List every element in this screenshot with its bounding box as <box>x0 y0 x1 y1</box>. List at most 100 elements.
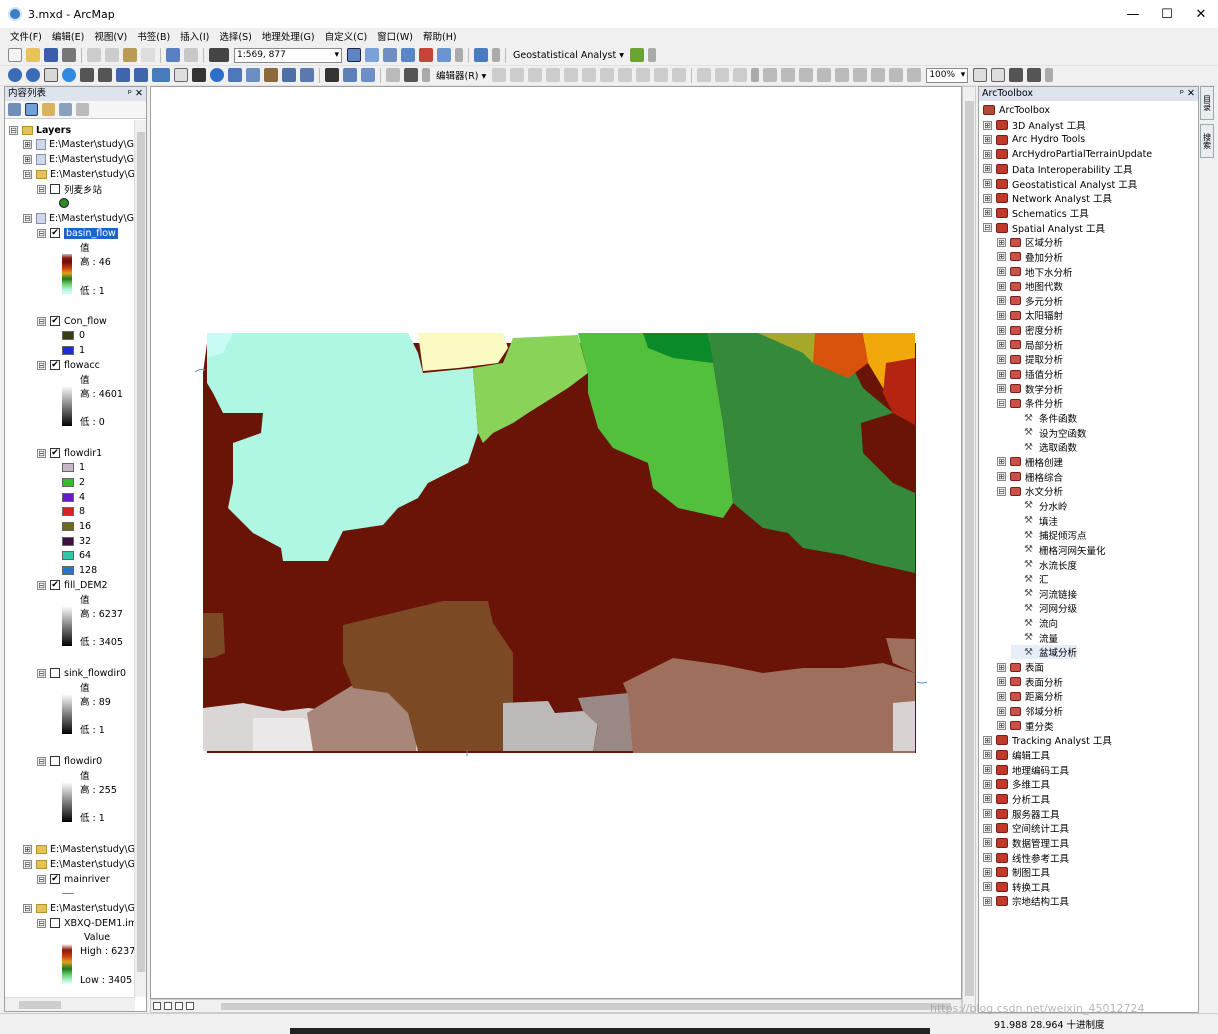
zoom-out-icon[interactable] <box>26 68 40 82</box>
toc-layer-basin-flow[interactable]: ⊟ ✔ basin_flow <box>37 226 118 240</box>
find-binoculars-icon[interactable] <box>325 68 339 82</box>
layer-name-selected[interactable]: basin_flow <box>64 227 118 239</box>
collapse-icon[interactable]: ⊟ <box>23 169 32 179</box>
expand-icon[interactable]: ⊞ <box>997 384 1006 394</box>
toc-horizontal-scrollbar[interactable] <box>5 997 135 1011</box>
menu-view[interactable]: 视图(V) <box>94 29 127 43</box>
straight-segment-icon[interactable] <box>528 68 543 82</box>
toolbox-root[interactable]: ArcToolbox <box>983 103 1050 117</box>
toolbox-toolset-item[interactable]: ⊞ 提取分析 <box>997 352 1063 366</box>
clear-selection-icon[interactable] <box>174 68 188 82</box>
toolbox-toolset-item[interactable]: ⊟ 水文分析 <box>997 484 1063 498</box>
toolbox-toolset-item[interactable]: ⊞ 地下水分析 <box>997 265 1073 279</box>
collapse-icon[interactable]: ⊟ <box>37 360 46 370</box>
arctoolbox-icon[interactable] <box>419 48 433 62</box>
toolbar-options-icon-3[interactable] <box>647 48 656 62</box>
toolbox-toolset-item[interactable]: ⊞ 数据管理工具 <box>983 836 1069 850</box>
toc-layer-station[interactable]: ⊟ 列麦乡站 <box>37 182 102 196</box>
toolbox-tool-item[interactable]: ⚒ 河流链接 <box>1011 587 1077 601</box>
layer-visibility-checkbox[interactable]: ✔ <box>50 580 60 590</box>
toolbox-toolset-item[interactable]: ⊞ Arc Hydro Tools <box>983 133 1085 147</box>
expand-icon[interactable]: ⊞ <box>997 296 1006 306</box>
toc-folder-source-3[interactable]: ⊟ E:\Master\study\GI <box>23 857 135 871</box>
pan-icon[interactable] <box>44 68 58 82</box>
expand-icon[interactable]: ⊞ <box>997 340 1006 350</box>
geostatistical-analyst-menu[interactable]: Geostatistical Analyst ▾ <box>513 50 624 61</box>
collapse-icon[interactable]: ⊟ <box>23 859 32 869</box>
toc-layer-flowdir0[interactable]: ⊟ flowdir0 <box>37 754 102 768</box>
expand-icon[interactable]: ⊞ <box>983 750 992 760</box>
expand-icon[interactable]: ⊞ <box>997 281 1006 291</box>
sketch-properties-icon[interactable] <box>715 68 730 82</box>
collapse-icon[interactable]: ⊟ <box>37 580 46 590</box>
toolbox-tool-item[interactable]: ⚒ 河网分级 <box>1011 601 1077 616</box>
print-icon[interactable] <box>62 48 76 62</box>
expand-icon[interactable]: ⊞ <box>983 120 992 130</box>
toc-options-icon[interactable] <box>76 103 89 116</box>
toolbox-toolset-item[interactable]: ⊞ Network Analyst 工具 <box>983 191 1112 205</box>
layer-visibility-checkbox[interactable]: ✔ <box>50 228 60 238</box>
expand-icon[interactable]: ⊞ <box>997 691 1006 701</box>
expand-icon[interactable]: ⊞ <box>997 677 1006 687</box>
expand-icon[interactable]: ⊞ <box>983 867 992 877</box>
time-slider-icon[interactable] <box>343 68 357 82</box>
menu-help[interactable]: 帮助(H) <box>423 29 457 43</box>
pin-icon[interactable]: ᵖ <box>128 87 132 101</box>
toolbox-toolset-item[interactable]: ⊞ 表面分析 <box>997 675 1063 689</box>
expand-icon[interactable]: ⊞ <box>983 765 992 775</box>
copy-icon[interactable] <box>105 48 119 62</box>
expand-icon[interactable]: ⊞ <box>997 369 1006 379</box>
expand-icon[interactable]: ⊞ <box>997 325 1006 335</box>
toolbox-tool-item[interactable]: ⚒ 分水岭 <box>1011 499 1068 513</box>
expand-icon[interactable]: ⊞ <box>997 252 1006 262</box>
toc-vertical-scrollbar[interactable] <box>134 120 146 997</box>
toolbox-toolset-item[interactable]: ⊞ 距离分析 <box>997 689 1063 703</box>
map-view[interactable] <box>150 86 962 999</box>
collapse-icon[interactable]: ⊟ <box>37 756 46 766</box>
toolbox-toolset-item[interactable]: ⊞ 编辑工具 <box>983 748 1050 762</box>
identify-icon[interactable] <box>210 68 224 82</box>
expand-icon[interactable]: ⊞ <box>997 310 1006 320</box>
toolbox-toolset-item[interactable]: ⊞ 多维工具 <box>983 777 1050 791</box>
expand-icon[interactable]: ⊞ <box>23 154 32 164</box>
data-view-button[interactable] <box>153 1002 161 1010</box>
open-folder-icon[interactable] <box>26 48 40 62</box>
toolbox-toolset-item[interactable]: ⊞ Data Interoperability 工具 <box>983 162 1133 176</box>
collapse-icon[interactable]: ⊟ <box>37 874 46 884</box>
toc-layer-source-2[interactable]: ⊞ E:\Master\study\GI <box>23 152 135 166</box>
map-scale-combo[interactable]: 1:569, 877 <box>234 47 342 63</box>
toc-folder-source-4[interactable]: ⊟ E:\Master\study\GI <box>23 901 135 915</box>
toc-close-button[interactable]: ✕ <box>135 87 143 101</box>
layers-dataframe[interactable]: ⊟ Layers <box>9 123 71 137</box>
hyperlink-icon[interactable] <box>228 68 242 82</box>
toolbox-tool-item[interactable]: ⚒ 流向 <box>1011 616 1058 631</box>
arctoolbox-close-button[interactable]: ✕ <box>1187 87 1195 101</box>
menu-insert[interactable]: 插入(I) <box>180 29 209 43</box>
maximize-button[interactable]: ☐ <box>1150 0 1184 28</box>
toolbox-toolset-item[interactable]: ⊟ Spatial Analyst 工具 <box>983 221 1105 235</box>
search-dock-tab[interactable]: 搜索 <box>1200 124 1214 158</box>
layout-pan-icon[interactable] <box>799 68 814 82</box>
expand-icon[interactable]: ⊞ <box>983 838 992 848</box>
collapse-icon[interactable]: ⊟ <box>983 223 992 233</box>
expand-icon[interactable]: ⊞ <box>983 823 992 833</box>
toolbox-toolset-item[interactable]: ⊞ 数学分析 <box>997 382 1063 396</box>
toolbox-tool-item[interactable]: ⚒ 栅格河网矢量化 <box>1011 543 1106 557</box>
expand-icon[interactable]: ⊞ <box>997 267 1006 276</box>
expand-icon[interactable]: ⊞ <box>997 706 1006 716</box>
select-features-icon[interactable] <box>152 68 170 82</box>
expand-icon[interactable]: ⊞ <box>983 882 992 892</box>
layer-visibility-checkbox[interactable] <box>50 918 60 928</box>
collapse-icon[interactable]: ⊟ <box>37 448 46 458</box>
viewer-window-icon[interactable] <box>361 68 375 82</box>
expand-icon[interactable]: ⊞ <box>983 149 992 159</box>
toolbox-toolset-item[interactable]: ⊞ 栅格创建 <box>997 455 1063 469</box>
toolbox-tool-item[interactable]: ⚒ 填洼 <box>1011 514 1058 528</box>
list-by-source-icon[interactable] <box>25 103 38 116</box>
find-route-icon[interactable] <box>282 68 296 82</box>
toolbox-tool-item[interactable]: ⚒ 汇 <box>1011 572 1049 587</box>
attributes-icon[interactable] <box>697 68 712 82</box>
html-popup-icon[interactable] <box>246 68 260 82</box>
collapse-icon[interactable]: ⊟ <box>23 213 32 223</box>
change-layout-icon[interactable] <box>1009 68 1024 82</box>
